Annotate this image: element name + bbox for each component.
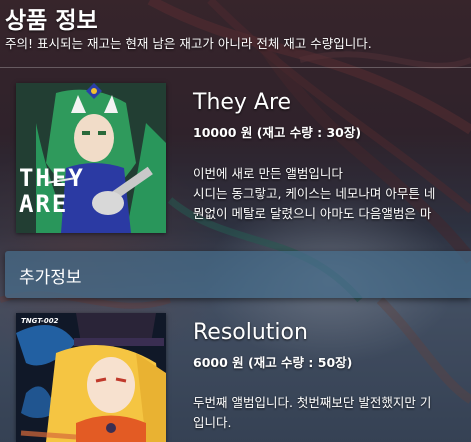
- album-cover-image[interactable]: TNGT-002: [16, 313, 166, 442]
- page-title: 상품 정보: [5, 8, 98, 34]
- stock-notice: 주의! 표시되는 재고는 현재 남은 재고가 아니라 전체 재고 수량입니다.: [5, 36, 372, 51]
- description-line: 이번에 새로 만든 앨범입니다: [193, 166, 343, 181]
- album-description: 두번째 앨범입니다. 첫번째보단 발전했지만 기 입니다.: [193, 393, 431, 433]
- extra-info-label: 추가정보: [19, 268, 82, 288]
- description-line: 뭔없이 메탈로 달렸으니 아마도 다음앨범은 마: [193, 206, 432, 221]
- album-cover-image[interactable]: THEY ARE: [16, 83, 166, 233]
- album-cover-art: [16, 313, 166, 442]
- description-line: 입니다.: [193, 415, 232, 430]
- extra-info-toggle[interactable]: 추가정보: [5, 251, 471, 298]
- description-line: 두번째 앨범입니다. 첫번째보단 발전했지만 기: [193, 395, 432, 410]
- album-cover-text: TNGT-002: [21, 317, 59, 325]
- album-title: They Are: [193, 90, 292, 115]
- cover-text-line: ARE: [19, 190, 69, 218]
- page: 상품 정보 주의! 표시되는 재고는 현재 남은 재고가 아니라 전체 재고 수…: [0, 0, 471, 442]
- album-price: 6000 원 (재고 수량 : 50장): [193, 355, 353, 370]
- cover-text-line: THEY: [19, 164, 85, 192]
- album-cover-text: THEY ARE: [19, 165, 85, 217]
- album-price: 10000 원 (재고 수량 : 30장): [193, 125, 362, 140]
- album-title: Resolution: [193, 320, 308, 345]
- description-line: 시디는 동그랗고, 케이스는 네모나며 아무튼 네: [193, 186, 436, 201]
- album-description: 이번에 새로 만든 앨범입니다 시디는 동그랗고, 케이스는 네모나며 아무튼 …: [193, 164, 435, 224]
- header-divider: [0, 67, 471, 68]
